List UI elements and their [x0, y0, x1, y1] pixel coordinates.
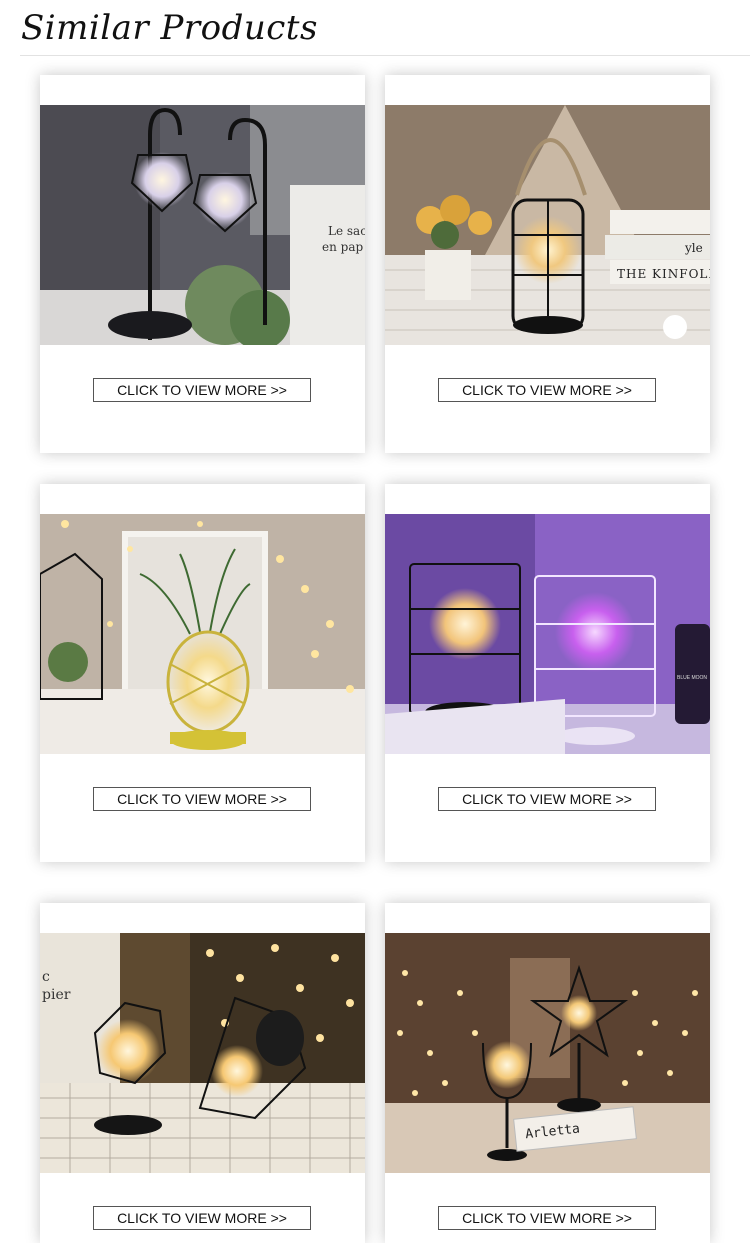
product-card-1[interactable]: Le sac en pap CLICK TO VIEW MORE >>: [40, 75, 365, 453]
product-card-2[interactable]: yle THE KINFOLK CLICK TO VIEW MORE >>: [385, 75, 710, 453]
view-more-button-5[interactable]: CLICK TO VIEW MORE >>: [93, 1206, 311, 1230]
product-photo-2[interactable]: yle THE KINFOLK: [385, 105, 710, 345]
product-photo-3[interactable]: [40, 514, 365, 754]
view-more-button-4[interactable]: CLICK TO VIEW MORE >>: [438, 787, 656, 811]
product-photo-5[interactable]: c pier: [40, 933, 365, 1173]
product-card-6[interactable]: Arletta CLICK TO VIEW MORE >>: [385, 903, 710, 1243]
view-more-button-6[interactable]: CLICK TO VIEW MORE >>: [438, 1206, 656, 1230]
view-more-button-2[interactable]: CLICK TO VIEW MORE >>: [438, 378, 656, 402]
photo-text-2b: yle: [684, 241, 703, 255]
product-photo-1[interactable]: Le sac en pap: [40, 105, 365, 345]
page-title: Similar Products: [21, 8, 318, 48]
photo-text-1b: en pap: [322, 240, 363, 254]
photo-text-2a: THE KINFOLK: [617, 267, 710, 281]
product-card-4[interactable]: BLUE MOON CLICK TO VIEW MORE >>: [385, 484, 710, 862]
photo-text-5a: c: [42, 969, 50, 985]
product-card-3[interactable]: CLICK TO VIEW MORE >>: [40, 484, 365, 862]
product-photo-4[interactable]: BLUE MOON: [385, 514, 710, 754]
view-more-button-1[interactable]: CLICK TO VIEW MORE >>: [93, 378, 311, 402]
photo-text-1: Le sac: [328, 224, 365, 238]
photo-text-5b: pier: [42, 987, 71, 1003]
photo-text-4: BLUE MOON: [677, 675, 707, 681]
product-card-5[interactable]: c pier CLICK TO VIEW MORE >>: [40, 903, 365, 1243]
view-more-button-3[interactable]: CLICK TO VIEW MORE >>: [93, 787, 311, 811]
product-photo-6[interactable]: Arletta: [385, 933, 710, 1173]
